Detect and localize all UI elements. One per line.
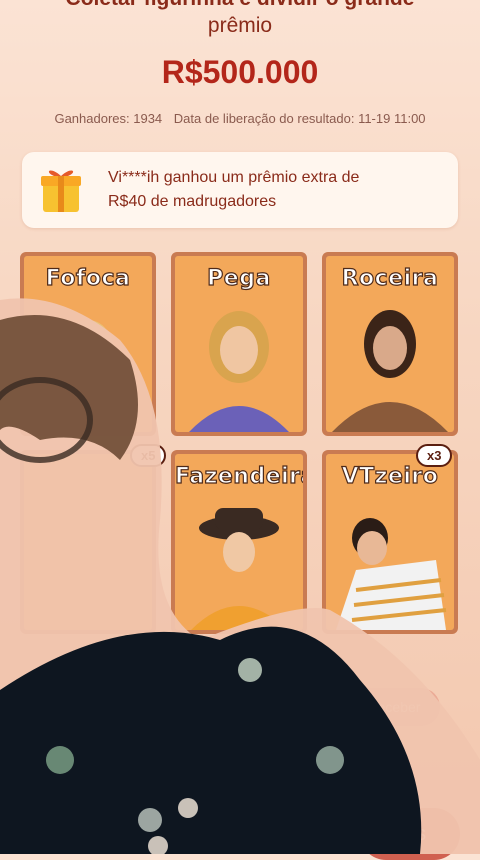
prize-amount: R$500.000: [161, 54, 319, 90]
winners-count: Ganhadores: 1934: [54, 111, 163, 126]
receive-button[interactable]: Receber: [348, 688, 440, 726]
banner-line-2: R$40 de madrugadores: [108, 193, 277, 210]
banner-message: Vi****ih ganhou um prêmio extra de R$40 …: [108, 166, 438, 214]
card-title: Roceira: [341, 265, 439, 291]
meta-info: Ganhadores: 1934 Data de liberação do re…: [0, 111, 480, 126]
portrait-image: [336, 518, 447, 630]
release-date: Data de liberação do resultado: 11-19 11…: [173, 111, 426, 126]
sticker-card-vtzeiro[interactable]: VTzeiro: [322, 450, 458, 634]
sticker-card-fofoca[interactable]: Fofoca: [20, 252, 156, 436]
count-badge: x3: [416, 444, 453, 467]
portrait-image: [189, 311, 289, 432]
bottom-action-button[interactable]: des: [360, 808, 460, 860]
portrait-image: [332, 310, 448, 432]
sticker-card-hidden[interactable]: [20, 450, 156, 634]
count-badge: x5: [130, 444, 167, 467]
sticker-card-roceira[interactable]: Roceira: [322, 252, 458, 436]
portrait-image: [44, 320, 132, 432]
card-title: Fofoca: [45, 265, 131, 291]
portrait-image: [191, 508, 287, 630]
banner-line-1: Vi****ih ganhou um prêmio extra de: [108, 169, 360, 186]
notification-banner: Vi****ih ganhou um prêmio extra de R$40 …: [22, 152, 458, 228]
card-title: Pega: [207, 265, 271, 291]
sticker-card-pega[interactable]: Pega: [171, 252, 307, 436]
card-title: VTzeiro: [341, 463, 439, 489]
gift-icon: [41, 170, 81, 212]
page-title-continued: prêmio: [207, 14, 273, 37]
page-title: Coletar figurinha e dividir o grande: [0, 0, 480, 12]
sticker-card-fazendeira[interactable]: Fazendeira: [171, 450, 307, 634]
card-title: Fazendeira: [175, 463, 303, 489]
